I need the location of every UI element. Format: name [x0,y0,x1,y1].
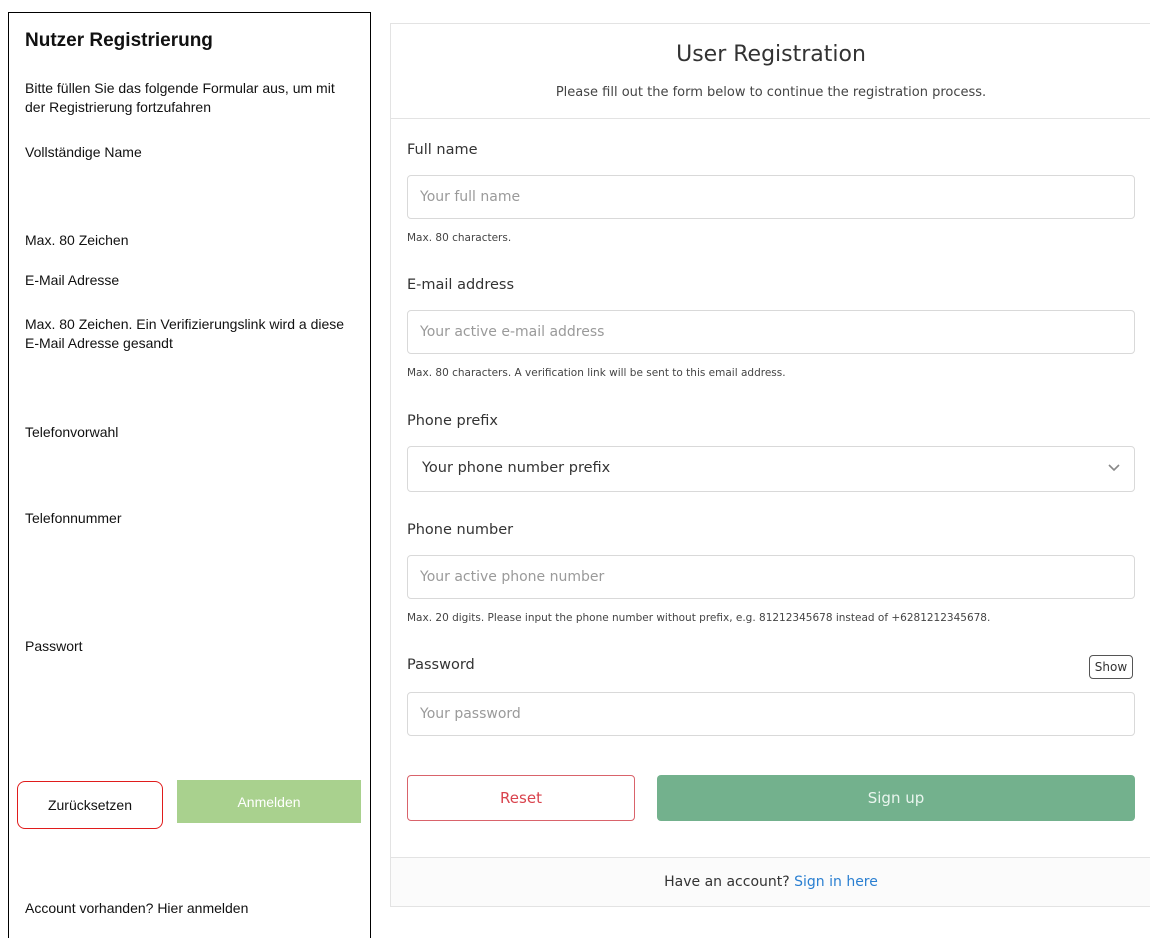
sign-in-prompt-de[interactable]: Account vorhanden? Hier anmelden [25,899,248,918]
full-name-input[interactable] [407,175,1135,219]
phone-number-hint: Max. 20 digits. Please input the phone n… [407,612,991,624]
page-subtitle-de: Bitte füllen Sie das folgende Formular a… [25,80,335,115]
password-label: Password [407,657,475,673]
page-title: User Registration [676,42,866,67]
email-hint-de: Max. 80 Zeichen. Ein Verifizierungslink … [25,316,345,351]
password-label-de: Passwort [25,638,83,654]
reset-button[interactable]: Reset [407,775,635,821]
full-name-label-de: Vollständige Name [25,144,142,160]
chevron-down-icon [1108,464,1120,472]
phone-prefix-label-de: Telefonvorwahl [25,424,119,440]
card-footer: Have an account? Sign in here [391,857,1150,906]
have-account-text: Have an account? [664,874,790,890]
card-header: User Registration Please fill out the fo… [391,24,1150,119]
sign-in-link[interactable]: Sign in here [794,874,878,890]
password-input[interactable] [407,692,1135,736]
phone-prefix-select[interactable]: Your phone number prefix [407,446,1135,492]
full-name-label: Full name [407,142,478,158]
email-label-de: E-Mail Adresse [25,272,120,288]
signup-button-de[interactable]: Anmelden [177,780,361,823]
phone-number-label-de: Telefonnummer [25,510,122,526]
email-hint: Max. 80 characters. A verification link … [407,367,786,379]
phone-number-input[interactable] [407,555,1135,599]
email-input[interactable] [407,310,1135,354]
email-label: E-mail address [407,277,515,293]
registration-card: User Registration Please fill out the fo… [390,23,1150,907]
signup-button[interactable]: Sign up [657,775,1135,821]
reset-button-de[interactable]: Zurücksetzen [17,781,163,829]
full-name-hint-de: Max. 80 Zeichen [25,232,129,248]
phone-prefix-label: Phone prefix [407,413,499,429]
phone-number-label: Phone number [407,522,514,538]
translation-panel: Nutzer Registrierung Bitte füllen Sie da… [8,12,371,938]
page-subtitle: Please fill out the form below to contin… [555,85,987,100]
full-name-hint: Max. 80 characters. [407,232,512,244]
show-password-button[interactable]: Show [1089,655,1133,679]
phone-prefix-selected-value: Your phone number prefix [422,460,611,476]
page-title-de: Nutzer Registrierung [25,30,213,51]
